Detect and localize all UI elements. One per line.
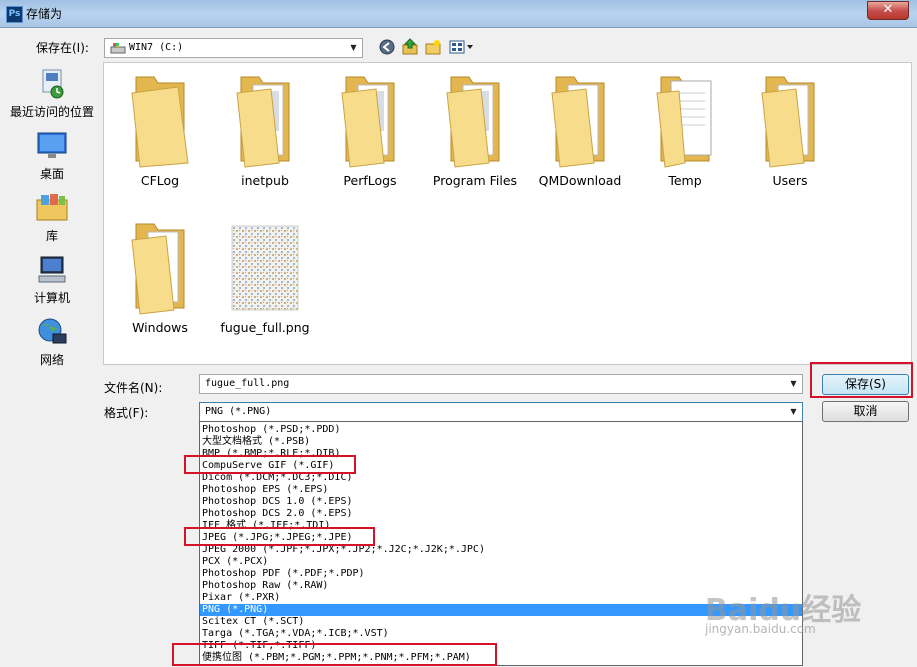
baidu-watermark-url: jingyan.baidu.com: [705, 622, 816, 636]
filename-input[interactable]: fugue_full.png ▼: [199, 374, 803, 394]
new-folder-icon[interactable]: [424, 38, 442, 56]
photoshop-icon: Ps: [6, 6, 23, 23]
file-name: Users: [772, 173, 808, 188]
file-item[interactable]: Users: [738, 71, 842, 188]
up-folder-icon[interactable]: [401, 38, 419, 56]
close-button[interactable]: ✕: [867, 1, 909, 20]
window-title: 存储为: [26, 7, 63, 21]
save-in-label: 保存在(I):: [36, 41, 89, 55]
title-bar[interactable]: Ps 存储为 ✕: [0, 0, 917, 28]
place-desktop-label: 桌面: [39, 167, 64, 181]
computer-icon: [38, 256, 66, 283]
place-computer[interactable]: 计算机: [6, 254, 98, 306]
place-recent[interactable]: 最近访问的位置: [6, 68, 98, 120]
format-option[interactable]: 大型文档格式 (*.PSB): [200, 436, 802, 448]
file-item[interactable]: PerfLogs: [318, 71, 422, 188]
folder-icon: [236, 76, 290, 168]
file-name: QMDownload: [538, 173, 622, 188]
file-item[interactable]: fugue_full.png: [213, 218, 317, 335]
place-network[interactable]: 网络: [6, 316, 98, 368]
place-libraries-label: 库: [45, 229, 58, 243]
folder-doc-icon: [656, 76, 712, 168]
location-text: WIN7 (C:): [129, 42, 184, 53]
folder-icon: [446, 76, 500, 168]
folder-icon: [761, 76, 815, 168]
file-name: fugue_full.png: [220, 320, 310, 335]
format-option[interactable]: Photoshop EPS (*.EPS): [200, 484, 802, 496]
highlight-box-save: [810, 362, 913, 398]
chevron-down-icon[interactable]: ▼: [785, 403, 802, 421]
file-item[interactable]: Temp: [633, 71, 737, 188]
format-option[interactable]: Photoshop DCS 2.0 (*.EPS): [200, 508, 802, 520]
recent-places-icon: [42, 69, 64, 99]
file-name: Program Files: [432, 173, 518, 188]
file-name: CFLog: [140, 173, 180, 188]
place-computer-label: 计算机: [33, 291, 70, 305]
format-select[interactable]: PNG (*.PNG) ▼: [199, 402, 803, 422]
folder-icon: [131, 76, 189, 168]
chevron-down-icon[interactable]: ▼: [345, 39, 362, 57]
cancel-button[interactable]: 取消: [822, 401, 909, 422]
highlight-box-gif: [184, 455, 356, 474]
folder-icon: [131, 223, 185, 315]
place-network-label: 网络: [39, 353, 64, 367]
place-desktop[interactable]: 桌面: [6, 130, 98, 182]
back-icon[interactable]: [378, 38, 396, 56]
format-option[interactable]: Photoshop (*.PSD;*.PDD): [200, 424, 802, 436]
file-item[interactable]: CFLog: [108, 71, 212, 188]
desktop-icon: [37, 132, 67, 158]
file-item[interactable]: Windows: [108, 218, 212, 335]
format-option[interactable]: Photoshop DCS 1.0 (*.EPS): [200, 496, 802, 508]
view-menu-icon[interactable]: [448, 38, 474, 56]
network-icon: [38, 318, 67, 344]
format-label: 格式(F):: [104, 406, 149, 420]
file-name: PerfLogs: [343, 173, 397, 188]
file-item[interactable]: QMDownload: [528, 71, 632, 188]
file-name: Windows: [132, 320, 188, 335]
file-name: inetpub: [241, 173, 289, 188]
folder-icon: [341, 76, 395, 168]
places-bar: 最近访问的位置 桌面 库 计算机 网络: [6, 62, 98, 372]
filename-label: 文件名(N):: [104, 381, 163, 395]
file-name: Temp: [668, 173, 702, 188]
location-combo[interactable]: WIN7 (C:) ▼: [104, 38, 363, 58]
file-item[interactable]: Program Files: [423, 71, 527, 188]
file-list-view[interactable]: CFLog inetpub PerfLogs Program Files QMD…: [103, 62, 912, 365]
libraries-icon: [36, 194, 68, 221]
place-libraries[interactable]: 库: [6, 192, 98, 244]
format-option[interactable]: Photoshop PDF (*.PDF;*.PDP): [200, 568, 802, 580]
highlight-box-jpeg: [184, 527, 375, 546]
place-recent-label: 最近访问的位置: [9, 105, 94, 119]
drive-icon: [110, 43, 126, 54]
file-item[interactable]: inetpub: [213, 71, 317, 188]
filename-value: fugue_full.png: [205, 378, 290, 389]
folder-icon: [551, 76, 605, 168]
chevron-down-icon[interactable]: ▼: [785, 375, 802, 393]
highlight-box-pbm: [172, 643, 497, 666]
image-thumbnail-icon: [231, 225, 299, 311]
format-value: PNG (*.PNG): [205, 406, 272, 417]
format-option[interactable]: PCX (*.PCX): [200, 556, 802, 568]
